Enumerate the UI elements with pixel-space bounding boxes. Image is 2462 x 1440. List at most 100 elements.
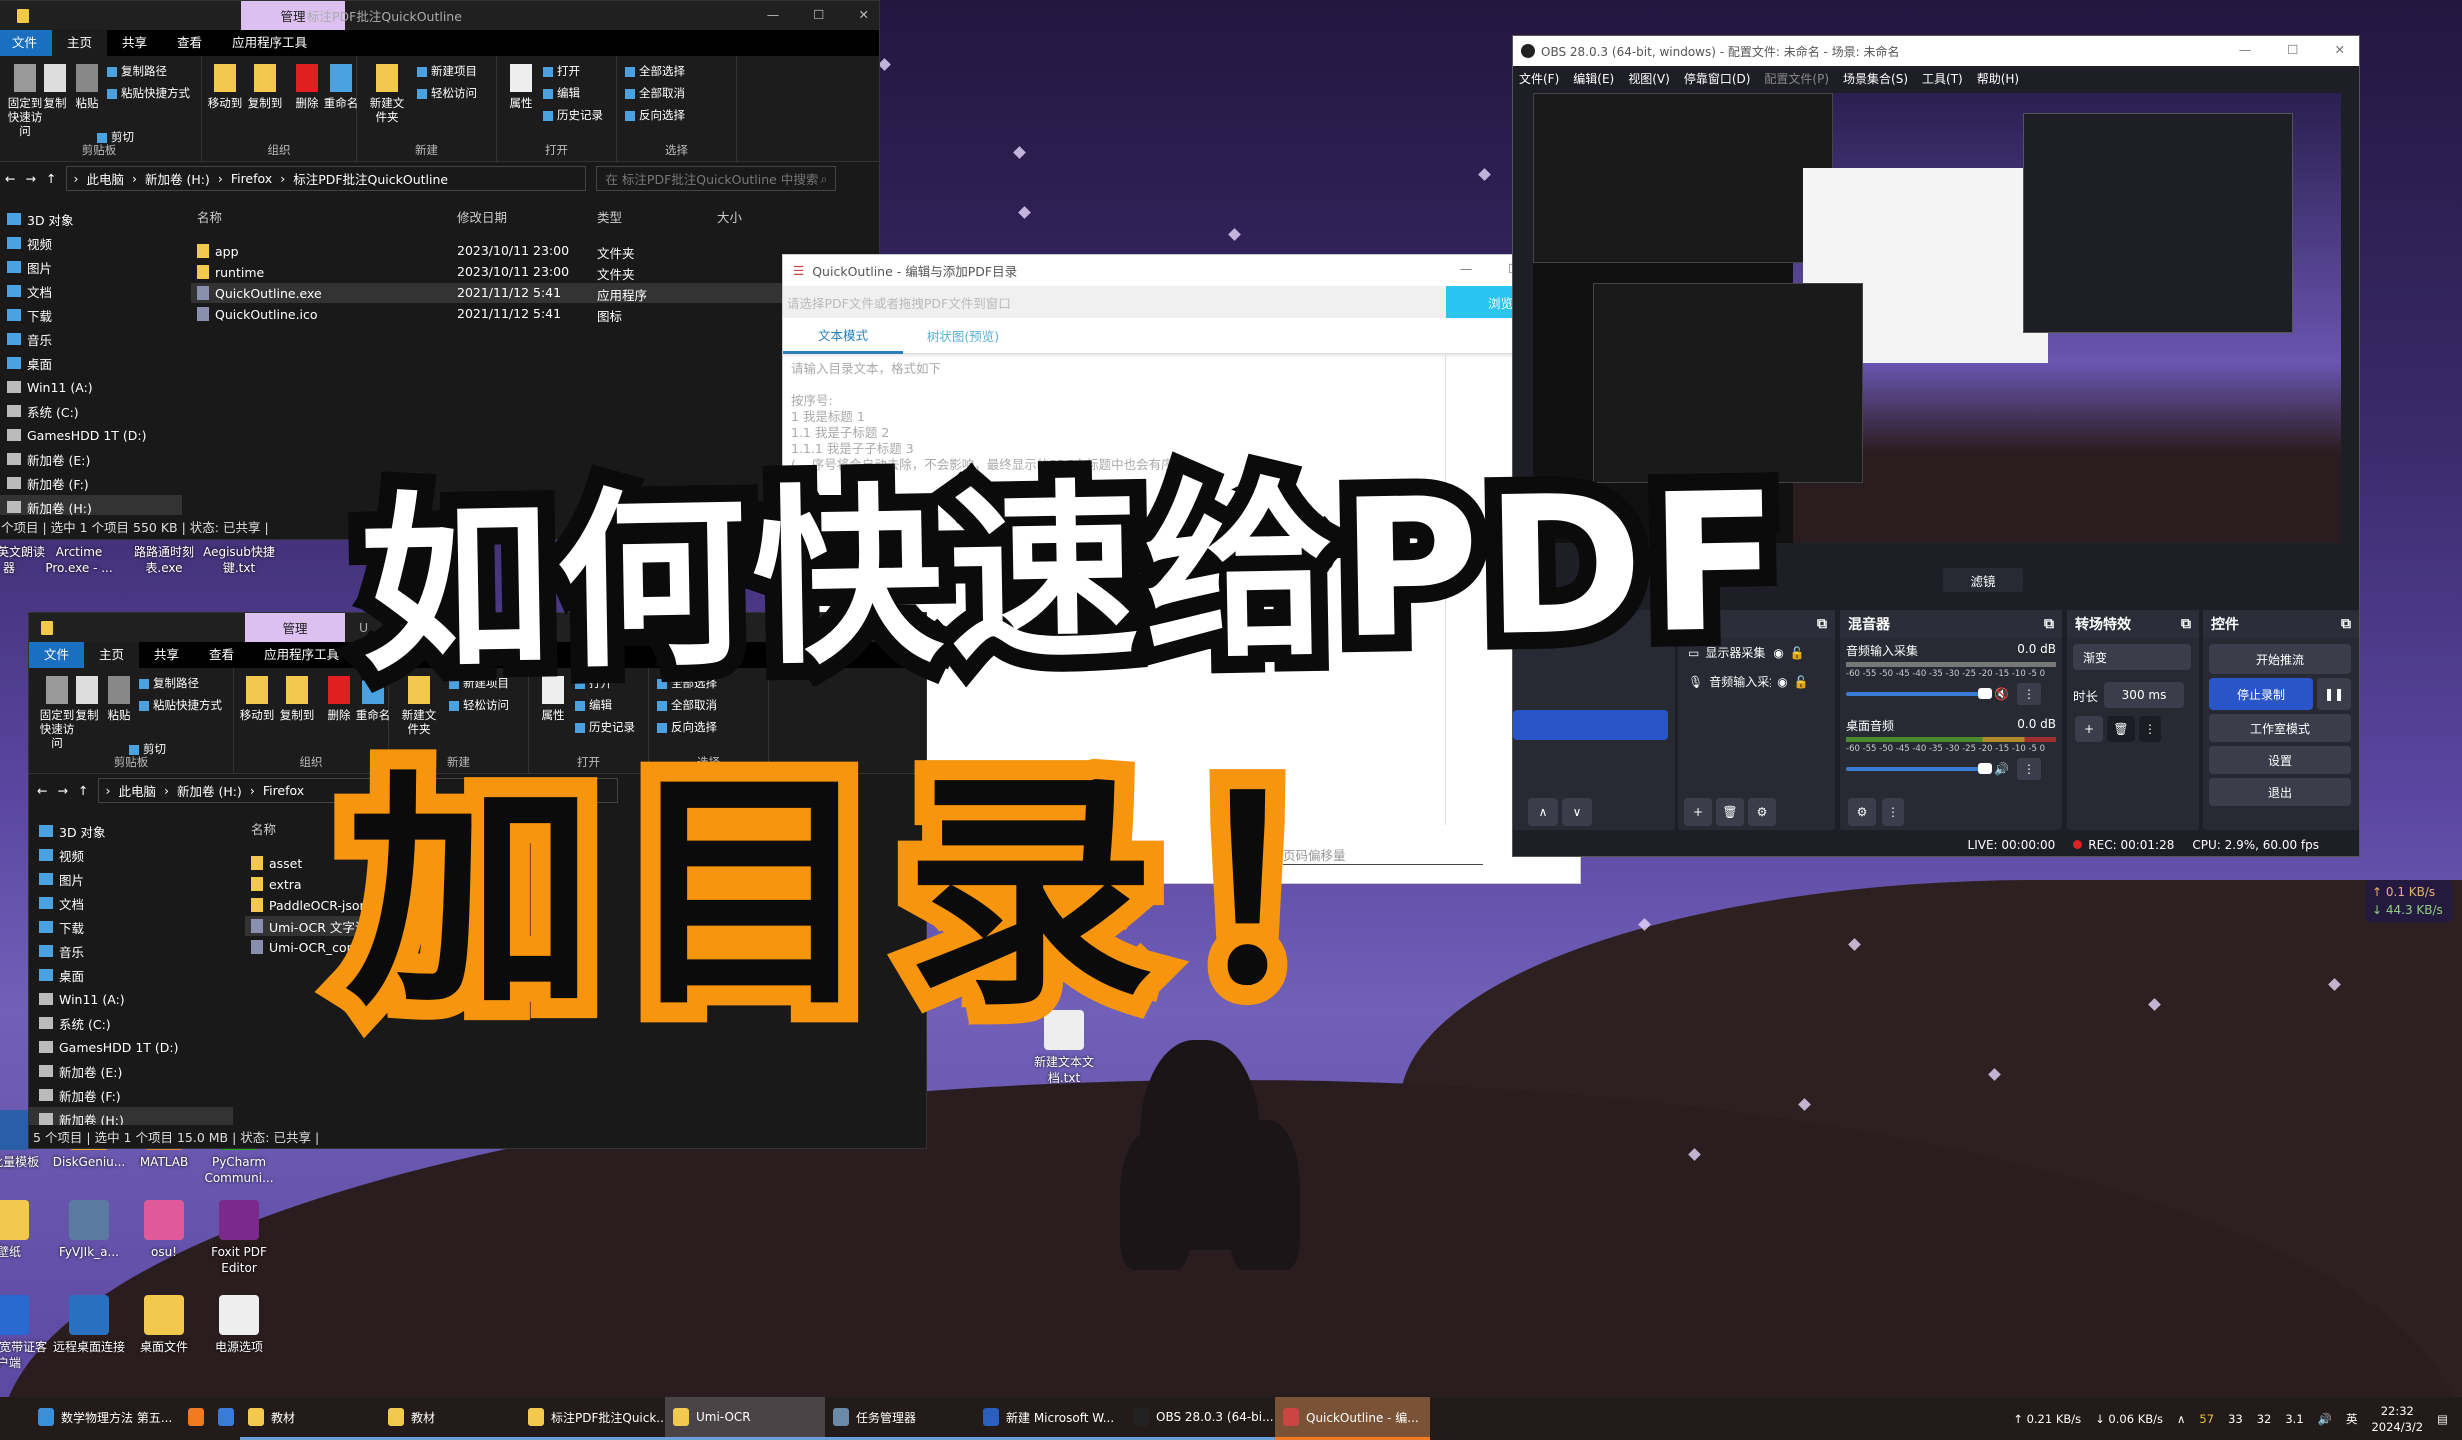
menu-button[interactable]: ⋮ [1882, 798, 1904, 826]
menu-item[interactable]: 帮助(H) [1977, 70, 2019, 87]
speaker-icon[interactable]: 🔊 [1994, 762, 2009, 776]
lock-icon[interactable]: 🔓 [1794, 675, 1809, 689]
tray-overflow-icon[interactable]: ∧ [2177, 1412, 2185, 1426]
title-bar[interactable]: 管理 标注PDF批注QuickOutline — ☐ ✕ [0, 1, 879, 30]
cut-button[interactable]: 剪切 [129, 742, 166, 756]
nav-item[interactable]: 音乐 [0, 327, 182, 351]
paste-shortcut-button[interactable]: 粘贴快捷方式 [139, 698, 222, 712]
back-icon[interactable]: ← [5, 171, 15, 186]
nav-item[interactable]: 系统 (C:) [0, 399, 182, 423]
delete-button[interactable]: 删除 [289, 64, 325, 110]
tab-4[interactable]: 应用程序工具 [249, 642, 354, 668]
copy-path-button[interactable]: 复制路径 [139, 676, 199, 690]
audio-settings-button[interactable]: ⚙ [1848, 798, 1876, 826]
copy-to-button[interactable]: 复制到 [279, 676, 315, 722]
rename-button[interactable]: 重命名 [323, 64, 359, 110]
taskbar-item[interactable]: 教材 [380, 1397, 520, 1440]
taskbar-item[interactable]: OBS 28.0.3 (64-bi... [1125, 1397, 1275, 1440]
duration-spinbox[interactable]: 300 ms [2104, 682, 2185, 708]
taskbar-item[interactable] [180, 1397, 210, 1440]
properties-button[interactable]: 属性 [503, 64, 539, 110]
nav-item[interactable]: 文档 [29, 891, 233, 915]
breadcrumb-item[interactable]: 此电脑 [86, 169, 124, 188]
exit-button[interactable]: 退出 [2209, 778, 2351, 806]
clock[interactable]: 22:32 2024/3/2 [2371, 1403, 2423, 1435]
pause-recording-button[interactable]: ❚❚ [2317, 678, 2351, 710]
nav-item[interactable]: 图片 [29, 867, 233, 891]
edit-button[interactable]: 编辑 [543, 86, 580, 100]
tab-1[interactable]: 主页 [84, 642, 140, 668]
desktop-icon[interactable]: FyVJIk_a... [50, 1200, 128, 1260]
invert-button[interactable]: 反向选择 [625, 108, 685, 122]
copy-to-button[interactable]: 复制到 [247, 64, 283, 110]
column-header[interactable]: 类型 [597, 207, 622, 226]
nav-item[interactable]: 3D 对象 [0, 207, 182, 231]
taskbar-item[interactable]: 标注PDF批注Quick... [520, 1397, 665, 1440]
muted-speaker-icon[interactable]: 🔇 [1994, 687, 2009, 701]
nav-item[interactable]: 系统 (C:) [29, 1011, 233, 1035]
taskbar-item[interactable]: 数学物理方法 第五... [30, 1397, 180, 1440]
select-all-button[interactable]: 全部选择 [625, 64, 685, 78]
menu-item[interactable]: 文件(F) [1519, 70, 1559, 87]
copy-button[interactable]: 复制 [69, 676, 105, 722]
desktop-icon[interactable]: 远程桌面连接 [50, 1295, 128, 1355]
back-icon[interactable]: ← [37, 783, 47, 798]
notification-icon[interactable]: ▤ [2437, 1412, 2448, 1426]
maximize-button[interactable]: ☐ [2287, 42, 2298, 57]
menu-item[interactable]: 编辑(E) [1573, 70, 1614, 87]
menu-button[interactable]: ⋮ [2016, 683, 2041, 705]
title-bar[interactable]: ☰ QuickOutline - 编辑与添加PDF目录 —☐✕ [783, 255, 1580, 286]
paste-shortcut-button[interactable]: 粘贴快捷方式 [107, 86, 190, 100]
easy-access-button[interactable]: 轻松访问 [417, 86, 477, 100]
column-header[interactable]: 修改日期 [457, 207, 507, 226]
nav-item[interactable]: 新加卷 (E:) [0, 447, 182, 471]
tab-2[interactable]: 共享 [139, 642, 194, 668]
menu-item[interactable]: 停靠窗口(D) [1684, 70, 1751, 87]
nav-item[interactable]: 视频 [0, 231, 182, 255]
minimize-button[interactable]: — [767, 7, 780, 22]
up-icon[interactable]: ↑ [78, 783, 88, 798]
slider-knob[interactable] [1978, 763, 1992, 774]
slider-knob[interactable] [1978, 688, 1992, 699]
desktop-icon[interactable]: 桌面文件 [125, 1295, 203, 1355]
desktop-icon[interactable]: COM宽带证客户端 [0, 1295, 48, 1371]
maximize-button[interactable]: ☐ [813, 7, 824, 22]
address-bar[interactable]: › 此电脑 › 新加卷 (H:) › Firefox › 标注PDF批注QuickOutlin… [66, 166, 587, 191]
nav-item[interactable]: 视频 [29, 843, 233, 867]
breadcrumb-item[interactable]: Firefox [231, 171, 272, 186]
nav-item[interactable]: 桌面 [29, 963, 233, 987]
nav-item[interactable]: 图片 [0, 255, 182, 279]
add-transition-button[interactable]: + [2075, 716, 2103, 742]
nav-item[interactable]: 新加卷 (F:) [29, 1083, 233, 1107]
nav-item[interactable]: 3D 对象 [29, 819, 233, 843]
desktop-icon[interactable]: Foxit PDF Editor [200, 1200, 278, 1276]
history-button[interactable]: 历史记录 [543, 108, 603, 122]
title-bar[interactable]: OBS 28.0.3 (64-bit, windows) - 配置文件: 未命名… [1513, 36, 2359, 66]
float-icon[interactable]: ⧉ [1817, 616, 1827, 632]
cut-button[interactable]: 剪切 [97, 130, 134, 144]
tab-manage[interactable]: 管理 [245, 613, 345, 642]
breadcrumb-item[interactable]: 新加卷 (H:) [145, 169, 210, 188]
nav-item[interactable]: Win11 (A:) [0, 375, 182, 399]
taskbar-item[interactable]: 任务管理器 [825, 1397, 975, 1440]
transition-select[interactable]: 渐变 [2073, 644, 2191, 670]
volume-slider[interactable] [1846, 688, 1992, 699]
studio-mode-button[interactable]: 工作室模式 [2209, 714, 2351, 742]
nav-item[interactable]: 文档 [0, 279, 182, 303]
remove-source-button[interactable]: 🗑 [1716, 798, 1744, 826]
new-folder-button[interactable]: 新建文件夹 [369, 64, 405, 124]
menu-button[interactable]: ⋮ [2016, 758, 2041, 780]
copy-path-button[interactable]: 复制路径 [107, 64, 167, 78]
copy-button[interactable]: 复制 [37, 64, 73, 110]
paste-button[interactable]: 粘贴 [69, 64, 105, 110]
taskbar-item[interactable]: Umi-OCR [665, 1397, 825, 1440]
nav-item[interactable]: 桌面 [0, 351, 182, 375]
column-header[interactable]: 名称 [251, 819, 276, 838]
taskbar-item[interactable]: QuickOutline - 编... [1275, 1397, 1430, 1440]
tab-1[interactable]: 主页 [52, 30, 108, 56]
tab-4[interactable]: 应用程序工具 [217, 30, 322, 56]
ime-indicator[interactable]: 英 [2346, 1411, 2358, 1427]
nav-item[interactable]: 新加卷 (E:) [29, 1059, 233, 1083]
forward-icon[interactable]: → [25, 171, 35, 186]
nav-item[interactable]: 新加卷 (F:) [0, 471, 182, 495]
